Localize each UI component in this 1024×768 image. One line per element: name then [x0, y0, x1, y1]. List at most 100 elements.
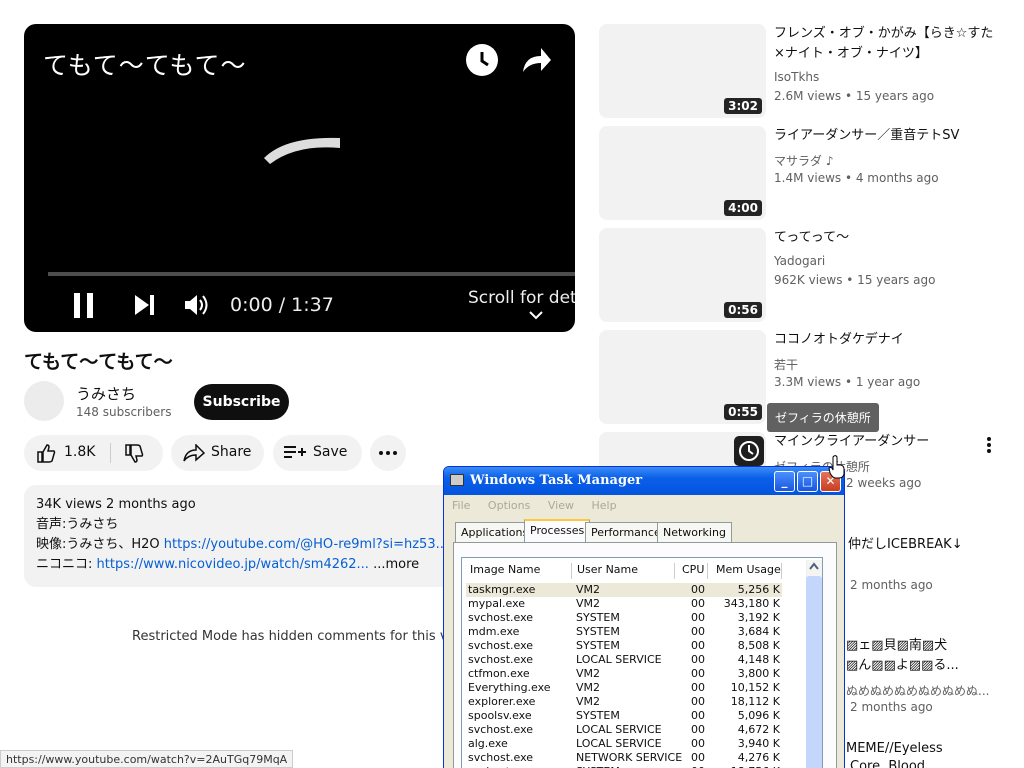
thumbnail[interactable]: 0:55 — [599, 330, 766, 424]
avatar[interactable] — [24, 381, 64, 421]
save-button[interactable]: Save — [273, 435, 362, 471]
share-icon[interactable] — [519, 44, 553, 76]
related-channel[interactable]: ぬめぬめぬめぬめぬめぬ... — [846, 682, 1018, 699]
table-row[interactable]: svchost.exe NETWORK SERVICE 00 4,276 K — [466, 751, 782, 765]
menu-help[interactable]: Help — [591, 499, 616, 512]
table-row[interactable]: svchost.exe SYSTEM 00 3,192 K — [466, 611, 782, 625]
table-row[interactable]: mypal.exe VM2 00 343,180 K — [466, 597, 782, 611]
related-meta: 962K views • 15 years ago — [774, 273, 936, 287]
column-header-image-name[interactable]: Image Name — [466, 563, 572, 579]
task-manager-window[interactable]: Windows Task Manager _ □ ✕ File Options … — [443, 466, 845, 768]
description-box[interactable]: 34K views 2 months ago 音声:うみさち 映像:うみさち、H… — [24, 485, 464, 587]
column-header-mem-usage[interactable]: Mem Usage — [712, 563, 782, 579]
related-channel[interactable]: 若干 — [774, 356, 798, 373]
menu-file[interactable]: File — [452, 499, 470, 512]
process-name: svchost.exe — [468, 751, 534, 764]
tab-performance[interactable]: Performance — [585, 522, 667, 542]
related-title[interactable]: ▨ェ▨貝▨南▨犬 — [846, 636, 1016, 656]
process-list[interactable]: Image Name User Name CPU Mem Usage taskm… — [461, 557, 823, 768]
column-header-cpu[interactable]: CPU — [678, 563, 708, 579]
progress-bar[interactable] — [48, 272, 575, 276]
volume-icon[interactable] — [184, 294, 210, 316]
process-cpu: 00 — [691, 625, 705, 638]
thumbnail[interactable]: 0:56 — [599, 228, 766, 322]
column-header-user-name[interactable]: User Name — [573, 563, 675, 579]
related-title[interactable]: ライアーダンサー／重音テトSV — [774, 126, 994, 146]
table-row[interactable]: spoolsv.exe SYSTEM 00 5,096 K — [466, 709, 782, 723]
table-row[interactable]: mdm.exe SYSTEM 00 3,684 K — [466, 625, 782, 639]
description-link[interactable]: https://youtube.com/@HO-re9ml?si=hz53... — [164, 537, 448, 552]
related-title[interactable]: フレンズ・オブ・かがみ【らき☆すた×ナイト・オブ・ナイツ】 — [774, 24, 994, 64]
related-title-line2[interactable]: Core, Blood — [850, 757, 1020, 768]
title-bar[interactable]: Windows Task Manager _ □ ✕ — [444, 467, 844, 495]
process-name: ctfmon.exe — [468, 667, 530, 680]
player-title[interactable]: てもて〜てもて〜 — [43, 46, 247, 82]
related-channel[interactable]: IsoTkhs — [774, 70, 819, 84]
thumbnail[interactable]: 3:02 — [599, 24, 766, 118]
video-player[interactable]: てもて〜てもて〜 0:00 / 1:37 Scroll for det — [24, 24, 575, 332]
process-name: spoolsv.exe — [468, 709, 532, 722]
process-name: alg.exe — [468, 737, 508, 750]
pause-icon[interactable] — [72, 292, 96, 320]
tab-networking[interactable]: Networking — [657, 522, 732, 542]
related-title[interactable]: MEME//Eyeless — [846, 739, 1016, 759]
related-title[interactable]: 仲だしICEBREAK↓ — [848, 535, 1018, 555]
related-meta: 2 months ago — [850, 578, 933, 592]
process-name: svchost.exe — [468, 723, 534, 736]
table-row[interactable]: Everything.exe VM2 00 10,152 K — [466, 681, 782, 695]
more-vert-icon[interactable] — [984, 436, 994, 454]
process-cpu: 00 — [691, 583, 705, 596]
table-row[interactable]: svchost.exe SYSTEM 00 8,508 K — [466, 639, 782, 653]
chevron-down-icon[interactable] — [528, 310, 544, 320]
show-more-link[interactable]: ...more — [373, 557, 419, 572]
share-button[interactable]: Share — [171, 435, 264, 471]
scroll-hint[interactable]: Scroll for det — [468, 288, 575, 308]
table-row[interactable]: ctfmon.exe VM2 00 3,800 K — [466, 667, 782, 681]
process-user: VM2 — [576, 597, 601, 610]
thumbnail[interactable]: 4:00 — [599, 126, 766, 220]
save-label: Save — [313, 444, 348, 460]
table-row[interactable]: svchost.exe LOCAL SERVICE 00 4,672 K — [466, 723, 782, 737]
related-channel[interactable]: マサラダ ♪ — [774, 152, 833, 169]
next-icon[interactable] — [134, 294, 156, 316]
description-link[interactable]: https://www.nicovideo.jp/watch/sm4262... — [97, 557, 369, 572]
channel-name[interactable]: うみさち — [76, 383, 136, 404]
more-actions-button[interactable] — [370, 435, 406, 471]
related-title[interactable]: マインクライアーダンサー — [774, 432, 994, 452]
menu-options[interactable]: Options — [488, 499, 530, 512]
dislike-icon[interactable] — [124, 444, 144, 464]
tab-applications[interactable]: Applications — [455, 522, 535, 542]
related-title[interactable]: てってって〜 — [774, 228, 994, 248]
menu-view[interactable]: View — [548, 499, 574, 512]
minimize-button[interactable]: _ — [774, 471, 795, 492]
scrollbar-thumb[interactable] — [806, 576, 822, 768]
related-title-line2[interactable]: ▨ん▨▨よ▨▨る... — [846, 656, 1018, 676]
table-row[interactable]: svchost.exe LOCAL SERVICE 00 4,148 K — [466, 653, 782, 667]
process-cpu: 00 — [691, 751, 705, 764]
table-row[interactable]: explorer.exe VM2 00 18,112 K — [466, 695, 782, 709]
table-row[interactable]: alg.exe LOCAL SERVICE 00 3,940 K — [466, 737, 782, 751]
process-user: VM2 — [576, 681, 601, 694]
process-name: mypal.exe — [468, 597, 526, 610]
description-line: 音声:うみさち — [36, 517, 119, 532]
like-count[interactable]: 1.8K — [64, 444, 95, 460]
subscribe-button[interactable]: Subscribe — [194, 384, 289, 420]
process-cpu: 00 — [691, 667, 705, 680]
related-title[interactable]: ココノオトダケデナイ — [774, 330, 994, 350]
like-icon[interactable] — [36, 443, 56, 463]
tab-processes[interactable]: Processes — [524, 519, 591, 543]
video-title: てもて〜てもて〜 — [24, 351, 173, 373]
maximize-button[interactable]: □ — [797, 471, 818, 492]
watch-later-icon[interactable] — [466, 44, 498, 76]
process-cpu: 00 — [691, 737, 705, 750]
scroll-up-icon[interactable] — [808, 561, 820, 571]
related-channel[interactable]: Yadogari — [774, 254, 825, 268]
table-row[interactable]: taskmgr.exe VM2 00 5,256 K — [466, 583, 782, 597]
process-mem: 3,800 K — [737, 667, 780, 680]
process-user: SYSTEM — [576, 625, 620, 638]
process-user: LOCAL SERVICE — [576, 737, 662, 750]
watch-later-button[interactable] — [734, 436, 764, 466]
window-title: Windows Task Manager — [470, 473, 643, 488]
duration-badge: 0:55 — [724, 404, 762, 420]
description-line: 映像:うみさち、H2O — [36, 537, 164, 552]
